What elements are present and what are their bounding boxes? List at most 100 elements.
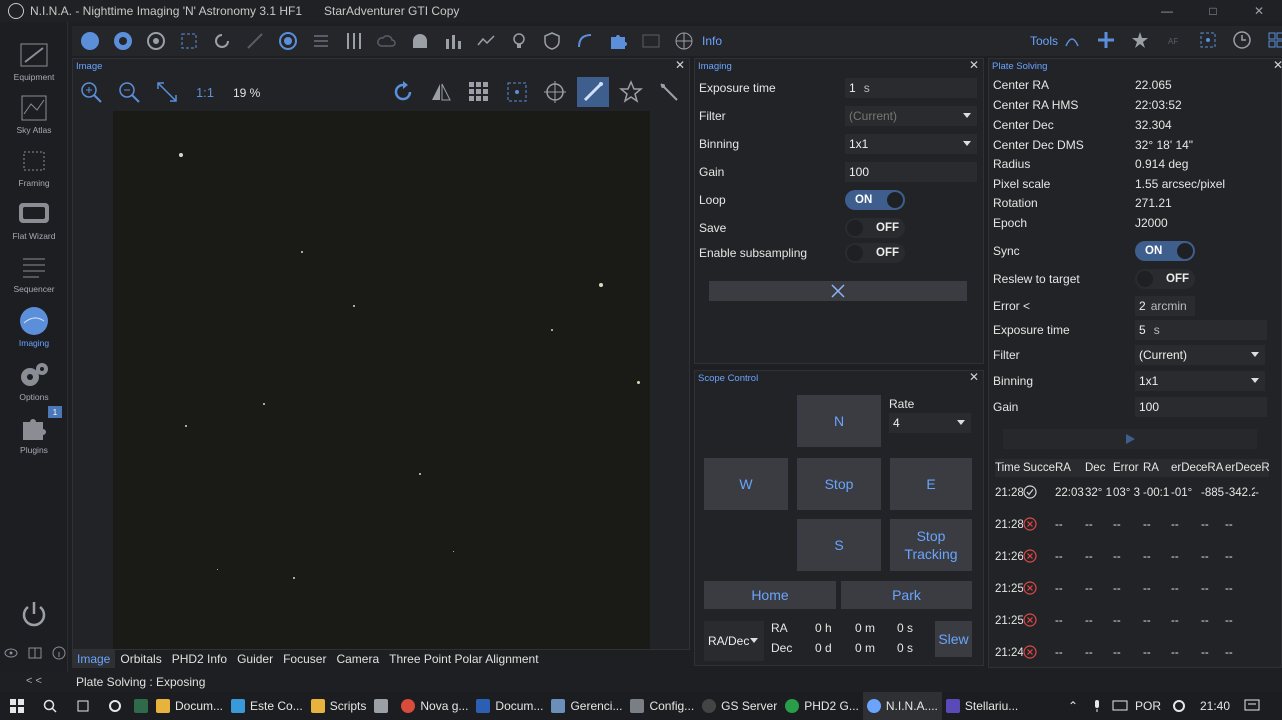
info-icon[interactable] — [52, 646, 66, 660]
ps-binning-select[interactable]: 1x1 — [1135, 371, 1265, 391]
tray-chevron-icon[interactable]: ⌃ — [1068, 692, 1078, 720]
taskbar-app-nina[interactable]: N.I.N.A.... — [862, 692, 942, 720]
close-icon[interactable]: ✕ — [675, 58, 685, 72]
slew-button[interactable]: Slew — [935, 621, 972, 657]
af-tool-icon[interactable]: AF — [1160, 26, 1188, 54]
taskbar-app-files[interactable] — [370, 692, 397, 720]
tab-image[interactable]: Image — [72, 650, 116, 668]
minimize-icon[interactable]: — — [1144, 0, 1190, 22]
ps-exposure-input[interactable]: 5s — [1135, 320, 1267, 340]
collapse-chevron-icon[interactable]: < < — [26, 675, 42, 687]
coordinate-mode-select[interactable]: RA/Dec — [704, 621, 764, 661]
task-view-icon[interactable] — [66, 692, 100, 720]
taskbar-app-documents[interactable]: Docum... — [152, 692, 227, 720]
close-icon[interactable]: ✕ — [969, 58, 979, 72]
lightbulb-icon[interactable] — [505, 27, 533, 55]
sidebar-item-imaging[interactable]: Imaging — [0, 302, 68, 354]
taskbar-app-este-computador[interactable]: Este Co... — [227, 692, 307, 720]
maximize-icon[interactable]: □ — [1190, 0, 1236, 22]
loop-toggle[interactable]: ON — [845, 190, 905, 210]
auto-stretch-icon[interactable] — [577, 77, 609, 107]
camera-status-icon[interactable] — [76, 27, 104, 55]
focuser-icon[interactable] — [142, 27, 170, 55]
annotate-icon[interactable] — [653, 77, 685, 107]
tools-label[interactable]: Tools — [1030, 34, 1058, 48]
dec-degrees[interactable]: 0 d — [815, 641, 832, 655]
dome-icon[interactable] — [406, 27, 434, 55]
taskbar-app-word[interactable]: Docum... — [472, 692, 547, 720]
zoom-out-icon[interactable] — [113, 77, 145, 107]
network-icon[interactable] — [1112, 692, 1128, 720]
sliders-icon[interactable] — [340, 27, 368, 55]
info-compass-icon[interactable] — [670, 27, 698, 55]
save-toggle[interactable]: OFF — [845, 218, 905, 238]
clock-time[interactable]: 21:40 — [1200, 692, 1230, 720]
move-north-button[interactable]: N — [797, 395, 881, 447]
taskbar-app-config[interactable]: Config... — [626, 692, 698, 720]
park-button[interactable]: Park — [841, 581, 972, 609]
ra-hours[interactable]: 0 h — [815, 621, 832, 635]
grid-icon[interactable] — [463, 77, 495, 107]
pin-tool-icon[interactable] — [1126, 26, 1154, 54]
safety-monitor-icon[interactable] — [439, 27, 467, 55]
filter-select[interactable]: (Current) — [845, 106, 977, 126]
zoom-in-icon[interactable] — [75, 77, 107, 107]
stop-tracking-button[interactable]: Stop Tracking — [890, 519, 972, 571]
input-language[interactable]: POR — [1135, 692, 1161, 720]
sync-toggle[interactable]: ON — [1135, 241, 1195, 261]
taskbar-app-gs-server[interactable]: GS Server — [698, 692, 781, 720]
microphone-icon[interactable] — [1092, 692, 1102, 720]
star-icon[interactable] — [615, 77, 647, 107]
sidebar-item-equipment[interactable]: Equipment — [0, 36, 68, 88]
detect-stars-icon[interactable] — [501, 77, 533, 107]
history-clock-icon[interactable] — [1228, 26, 1256, 54]
home-button[interactable]: Home — [704, 581, 836, 609]
taskbar-app-chrome[interactable]: Nova g... — [397, 692, 472, 720]
app-tile-icon[interactable] — [130, 692, 152, 720]
zoom-one-to-one-button[interactable]: 1:1 — [189, 77, 221, 107]
ra-seconds[interactable]: 0 s — [897, 621, 913, 635]
horizon-tool-icon[interactable] — [1058, 26, 1086, 54]
reslew-toggle[interactable]: OFF — [1135, 269, 1195, 289]
close-icon[interactable]: ✕ — [969, 370, 979, 384]
focus-target-icon[interactable] — [1194, 26, 1222, 54]
rotate-icon[interactable] — [387, 77, 419, 107]
error-threshold-input[interactable]: 2 arcmin — [1135, 296, 1195, 316]
ps-gain-input[interactable]: 100 — [1135, 397, 1267, 417]
layout-grid-icon[interactable] — [1262, 26, 1282, 54]
tab-polar-alignment[interactable]: Three Point Polar Alignment — [384, 650, 543, 668]
stop-button[interactable]: Stop — [797, 458, 881, 510]
filter-wheel-icon[interactable] — [109, 27, 137, 55]
sidebar-item-sequencer[interactable]: Sequencer — [0, 248, 68, 300]
flip-icon[interactable] — [425, 77, 457, 107]
subsampling-toggle[interactable]: OFF — [845, 243, 905, 263]
telescope-status-icon[interactable] — [175, 27, 203, 55]
cancel-exposure-button[interactable] — [709, 281, 967, 301]
sidebar-item-sky-atlas[interactable]: Sky Atlas — [0, 89, 68, 141]
ps-filter-select[interactable]: (Current) — [1135, 345, 1265, 365]
exposure-time-input[interactable]: 1s — [845, 78, 977, 98]
shield-icon[interactable] — [538, 27, 566, 55]
gain-input[interactable]: 100 — [845, 162, 977, 182]
sidebar-item-flat-wizard[interactable]: Flat Wizard — [0, 195, 68, 247]
close-icon[interactable]: ✕ — [1273, 58, 1282, 72]
sidebar-item-options[interactable]: Options — [0, 356, 68, 408]
windows-start-icon[interactable] — [0, 692, 34, 720]
binning-select[interactable]: 1x1 — [845, 134, 977, 154]
switch-icon[interactable] — [274, 27, 302, 55]
rotator-icon[interactable] — [208, 27, 236, 55]
captured-image[interactable] — [113, 111, 650, 649]
move-east-button[interactable]: E — [890, 458, 972, 510]
power-icon[interactable] — [20, 600, 48, 628]
move-south-button[interactable]: S — [797, 519, 881, 571]
tab-camera[interactable]: Camera — [331, 650, 384, 668]
dec-minutes[interactable]: 0 m — [855, 641, 875, 655]
weather-icon[interactable] — [373, 27, 401, 55]
taskbar-app-phd2[interactable]: PHD2 G... — [781, 692, 863, 720]
image-history-icon[interactable] — [637, 27, 665, 55]
tab-focuser[interactable]: Focuser — [278, 650, 331, 668]
settings-icon[interactable] — [1172, 692, 1186, 720]
fit-to-screen-icon[interactable] — [151, 77, 183, 107]
tab-guider[interactable]: Guider — [232, 650, 278, 668]
ra-minutes[interactable]: 0 m — [855, 621, 875, 635]
